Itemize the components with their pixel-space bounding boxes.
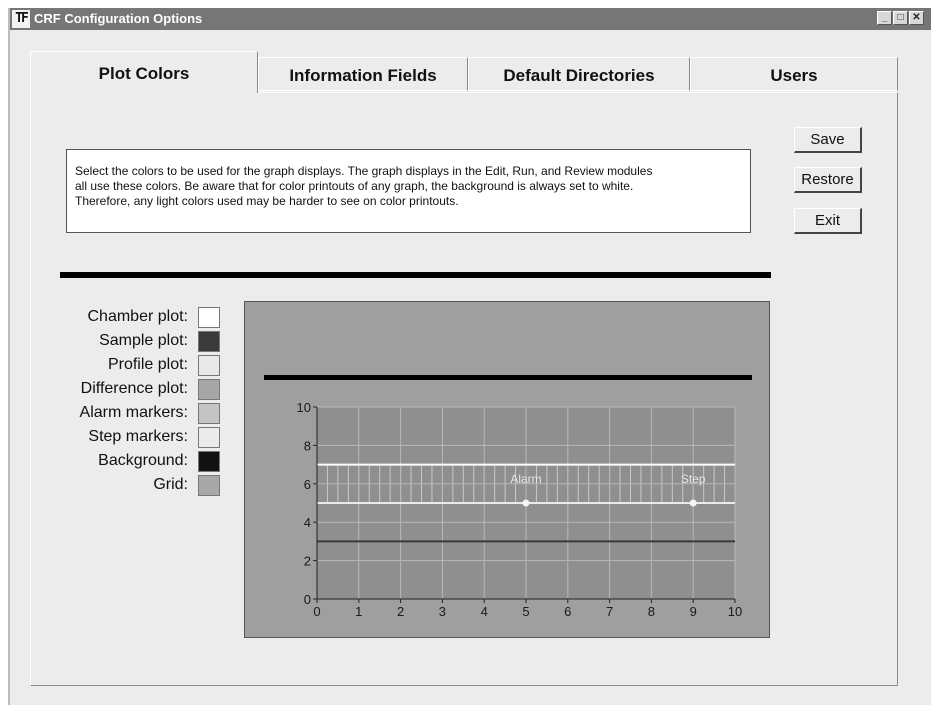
step-markers-swatch[interactable] — [198, 427, 220, 448]
color-row-background: Background: — [60, 451, 220, 473]
x-tick-label: 4 — [481, 604, 488, 619]
color-row-profile-plot: Profile plot: — [60, 355, 220, 377]
preview-divider — [264, 375, 752, 380]
minimize-button[interactable]: _ — [877, 11, 892, 25]
window-title: CRF Configuration Options — [34, 11, 203, 26]
grid-swatch[interactable] — [198, 475, 220, 496]
sample-plot-label: Sample plot: — [99, 332, 188, 349]
marker-point-0 — [522, 499, 530, 507]
tab-information-fields[interactable]: Information Fields — [258, 57, 468, 91]
graph-preview: Alarm Step 0 1 2 3 4 5 6 7 8 9 10 0 2 4 6 8 10 — [244, 301, 770, 638]
instructions-line: Therefore, any light colors used may be … — [75, 194, 459, 208]
difference-plot-label: Difference plot: — [80, 380, 188, 397]
x-tick-label: 8 — [648, 604, 655, 619]
x-tick-label: 10 — [728, 604, 742, 619]
y-tick-label: 0 — [304, 592, 311, 607]
color-row-chamber-plot: Chamber plot: — [60, 307, 220, 329]
x-tick-label: 9 — [690, 604, 697, 619]
x-tick-label: 2 — [397, 604, 404, 619]
y-tick-label: 8 — [304, 438, 311, 453]
color-row-difference-plot: Difference plot: — [60, 379, 220, 401]
section-divider — [60, 272, 771, 278]
background-swatch[interactable] — [198, 451, 220, 472]
x-tick-label: 7 — [606, 604, 613, 619]
background-label: Background: — [98, 452, 188, 469]
y-tick-label: 2 — [304, 554, 311, 569]
close-button[interactable]: ✕ — [909, 11, 924, 25]
step-markers-label: Step markers: — [88, 428, 188, 445]
color-row-sample-plot: Sample plot: — [60, 331, 220, 353]
instructions-line: all use these colors. Be aware that for … — [75, 179, 634, 193]
app-icon: TF — [12, 10, 30, 28]
x-tick-label: 1 — [355, 604, 362, 619]
y-tick-label: 10 — [297, 400, 311, 415]
marker-point-1 — [689, 499, 697, 507]
alarm-markers-swatch[interactable] — [198, 403, 220, 424]
difference-plot-swatch[interactable] — [198, 379, 220, 400]
tab-plot-colors[interactable]: Plot Colors — [30, 51, 258, 93]
tab-users[interactable]: Users — [690, 57, 898, 91]
alarm-markers-label: Alarm markers: — [79, 404, 188, 421]
x-tick-label: 6 — [564, 604, 571, 619]
instructions-line: Select the colors to be used for the gra… — [75, 164, 653, 178]
tab-default-directories[interactable]: Default Directories — [468, 57, 690, 91]
restore-button[interactable]: Restore — [794, 167, 862, 193]
y-tick-label: 4 — [304, 515, 311, 530]
x-tick-label: 3 — [439, 604, 446, 619]
maximize-button[interactable]: □ — [893, 11, 908, 25]
exit-button[interactable]: Exit — [794, 208, 862, 234]
chamber-plot-swatch[interactable] — [198, 307, 220, 328]
preview-chart: Alarm Step 0 1 2 3 4 5 6 7 8 9 10 0 2 4 6 8 10 — [264, 375, 752, 619]
instructions-box: Select the colors to be used for the gra… — [66, 149, 751, 233]
profile-plot-swatch[interactable] — [198, 355, 220, 376]
save-button[interactable]: Save — [794, 127, 862, 153]
x-tick-label: 5 — [522, 604, 529, 619]
color-row-grid: Grid: — [60, 475, 220, 497]
grid-label: Grid: — [153, 476, 188, 493]
x-tick-label: 0 — [313, 604, 320, 619]
color-row-alarm-markers: Alarm markers: — [60, 403, 220, 425]
color-row-step-markers: Step markers: — [60, 427, 220, 449]
y-tick-label: 6 — [304, 477, 311, 492]
chamber-plot-label: Chamber plot: — [87, 308, 189, 325]
title-bar[interactable]: TF CRF Configuration Options _ □ ✕ — [10, 8, 931, 30]
sample-plot-swatch[interactable] — [198, 331, 220, 352]
profile-plot-label: Profile plot: — [107, 356, 188, 373]
marker-label-1: Step — [681, 472, 706, 486]
marker-label-0: Alarm — [510, 472, 541, 486]
tab-strip: Plot Colors Information Fields Default D… — [30, 51, 898, 95]
